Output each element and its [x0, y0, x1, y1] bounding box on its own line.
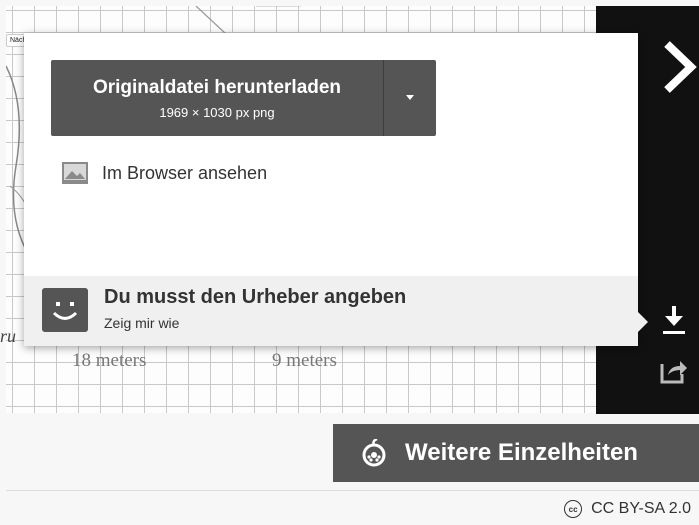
scale-label-18: 18 meters — [72, 350, 147, 371]
download-original-button[interactable]: Originaldatei herunterladen 1969 × 1030 … — [51, 60, 383, 136]
more-details-label: Weitere Einzelheiten — [405, 439, 638, 466]
image-icon — [62, 162, 88, 184]
popup-pointer — [637, 311, 648, 333]
cc-icon: cc — [564, 500, 583, 518]
download-button-label: Originaldatei herunterladen — [92, 77, 342, 98]
attribution-subtitle[interactable]: Zeig mir wie — [104, 315, 179, 331]
download-size-dropdown[interactable] — [383, 60, 436, 136]
view-in-browser-label: Im Browser ansehen — [102, 162, 268, 183]
download-icon[interactable] — [662, 306, 686, 336]
smiley-icon — [42, 288, 88, 332]
background-fragment: ru — [0, 326, 17, 346]
more-details-button[interactable]: Weitere Einzelheiten — [333, 424, 699, 482]
view-in-browser-link[interactable]: Im Browser ansehen — [62, 158, 267, 188]
caret-down-icon — [406, 95, 414, 100]
scale-label-9: 9 meters — [272, 350, 337, 371]
license-label: CC BY-SA 2.0 — [591, 500, 691, 517]
share-icon[interactable] — [660, 358, 688, 384]
chevron-right-icon[interactable] — [661, 40, 697, 94]
footer-divider — [6, 490, 699, 491]
download-button-size: 1969 × 1030 px png — [159, 105, 275, 120]
license-link[interactable]: cc CC BY-SA 2.0 — [564, 500, 691, 518]
mediaviewer-icon — [362, 439, 386, 467]
attribution-title[interactable]: Du musst den Urheber angeben — [104, 286, 406, 309]
sketch-lines-top — [195, 6, 301, 35]
